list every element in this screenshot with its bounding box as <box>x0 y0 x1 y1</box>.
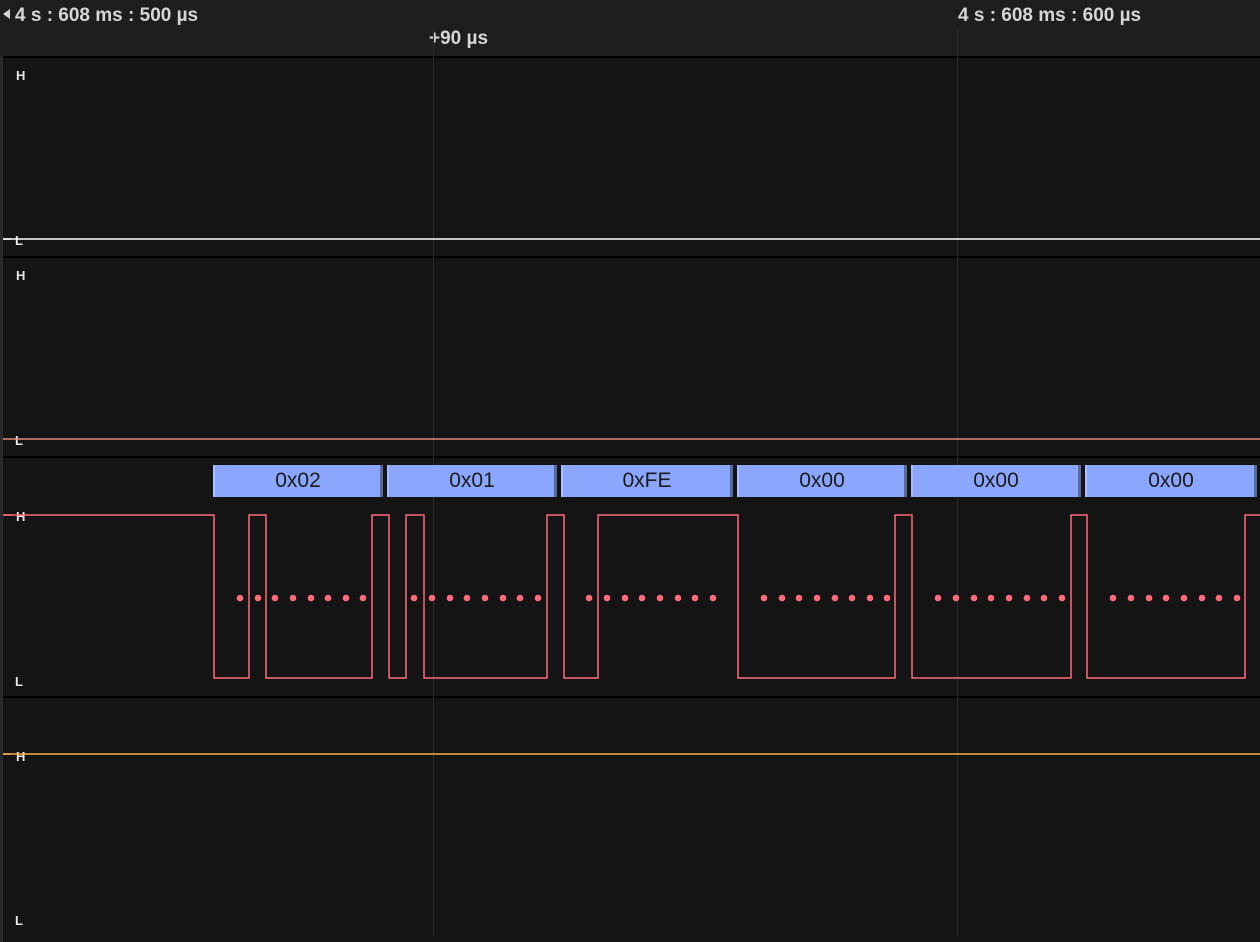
waveform-canvas <box>3 238 1260 755</box>
channel-3-signal <box>3 514 1260 679</box>
